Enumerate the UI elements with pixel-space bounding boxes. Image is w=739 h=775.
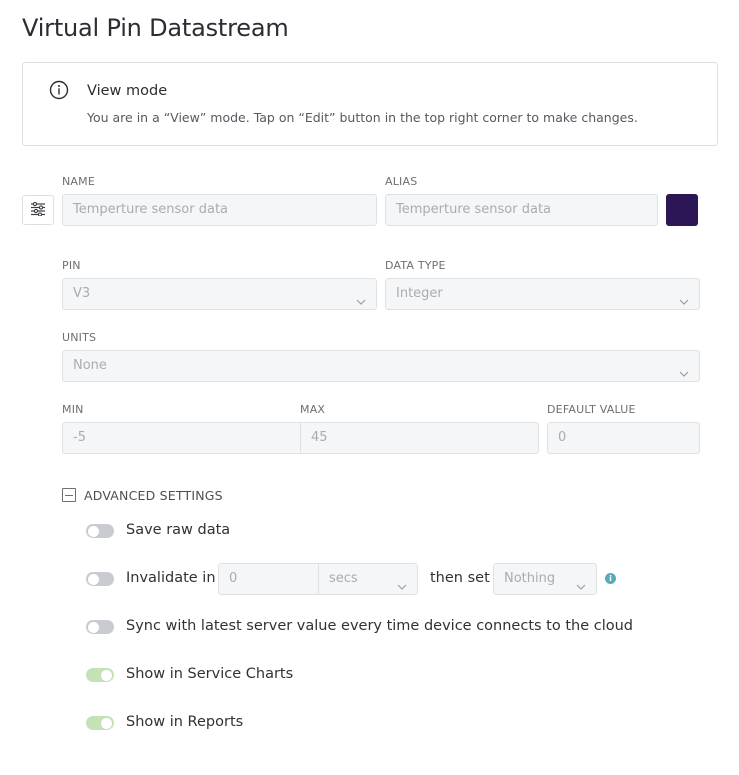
alias-label: ALIAS bbox=[385, 175, 418, 188]
notice-text: You are in a “View” mode. Tap on “Edit” … bbox=[87, 110, 638, 125]
invalidate-unit-select[interactable]: secs bbox=[318, 563, 418, 595]
sync-label: Sync with latest server value every time… bbox=[126, 618, 634, 634]
color-picker[interactable] bbox=[666, 194, 698, 226]
invalidate-unit-value: secs bbox=[329, 571, 358, 586]
min-input[interactable]: -5 bbox=[62, 422, 301, 454]
save-raw-data-label: Save raw data bbox=[126, 522, 231, 538]
then-set-select[interactable]: Nothing bbox=[493, 563, 597, 595]
max-label: MAX bbox=[300, 403, 326, 416]
invalidate-amount-input[interactable]: 0 bbox=[218, 563, 319, 595]
notice-title: View mode bbox=[87, 83, 168, 99]
invalidate-label: Invalidate in bbox=[126, 570, 216, 586]
collapse-icon[interactable] bbox=[62, 488, 76, 502]
data-type-select[interactable]: Integer bbox=[385, 278, 700, 310]
service-charts-label: Show in Service Charts bbox=[126, 666, 294, 682]
chevron-down-icon bbox=[576, 574, 586, 590]
chevron-down-icon bbox=[397, 574, 407, 590]
name-label: NAME bbox=[62, 175, 95, 188]
then-set-value: Nothing bbox=[504, 571, 556, 586]
data-type-label: DATA TYPE bbox=[385, 259, 446, 272]
invalidate-toggle[interactable] bbox=[86, 572, 114, 586]
pin-value: V3 bbox=[73, 286, 91, 301]
toggle-knob bbox=[101, 669, 112, 681]
sync-toggle[interactable] bbox=[86, 620, 114, 634]
pin-label: PIN bbox=[62, 259, 81, 272]
default-value-label: DEFAULT VALUE bbox=[547, 403, 636, 416]
data-type-value: Integer bbox=[396, 286, 443, 301]
toggle-knob bbox=[88, 525, 99, 537]
chevron-down-icon bbox=[356, 289, 366, 305]
units-value: None bbox=[73, 358, 107, 373]
view-mode-notice: View mode You are in a “View” mode. Tap … bbox=[22, 62, 718, 146]
sliders-icon bbox=[30, 201, 46, 220]
chevron-down-icon bbox=[679, 289, 689, 305]
chevron-down-icon bbox=[679, 361, 689, 377]
save-raw-data-toggle[interactable] bbox=[86, 524, 114, 538]
pin-select[interactable]: V3 bbox=[62, 278, 377, 310]
default-value-input[interactable]: 0 bbox=[547, 422, 700, 454]
service-charts-toggle[interactable] bbox=[86, 668, 114, 682]
name-input[interactable]: Temperture sensor data bbox=[62, 194, 377, 226]
units-label: UNITS bbox=[62, 331, 97, 344]
units-select[interactable]: None bbox=[62, 350, 700, 382]
reports-label: Show in Reports bbox=[126, 714, 244, 730]
advanced-settings-toggle[interactable]: ADVANCED SETTINGS bbox=[84, 488, 223, 503]
max-input[interactable]: 45 bbox=[300, 422, 539, 454]
min-label: MIN bbox=[62, 403, 84, 416]
alias-input[interactable]: Temperture sensor data bbox=[385, 194, 658, 226]
info-icon[interactable]: i bbox=[605, 573, 616, 584]
then-set-label: then set bbox=[430, 570, 490, 586]
toggle-knob bbox=[101, 717, 112, 729]
info-circle-icon bbox=[49, 80, 69, 100]
sort-order-button[interactable] bbox=[22, 195, 54, 225]
reports-toggle[interactable] bbox=[86, 716, 114, 730]
page-title: Virtual Pin Datastream bbox=[22, 14, 289, 42]
toggle-knob bbox=[88, 573, 99, 585]
toggle-knob bbox=[88, 621, 99, 633]
